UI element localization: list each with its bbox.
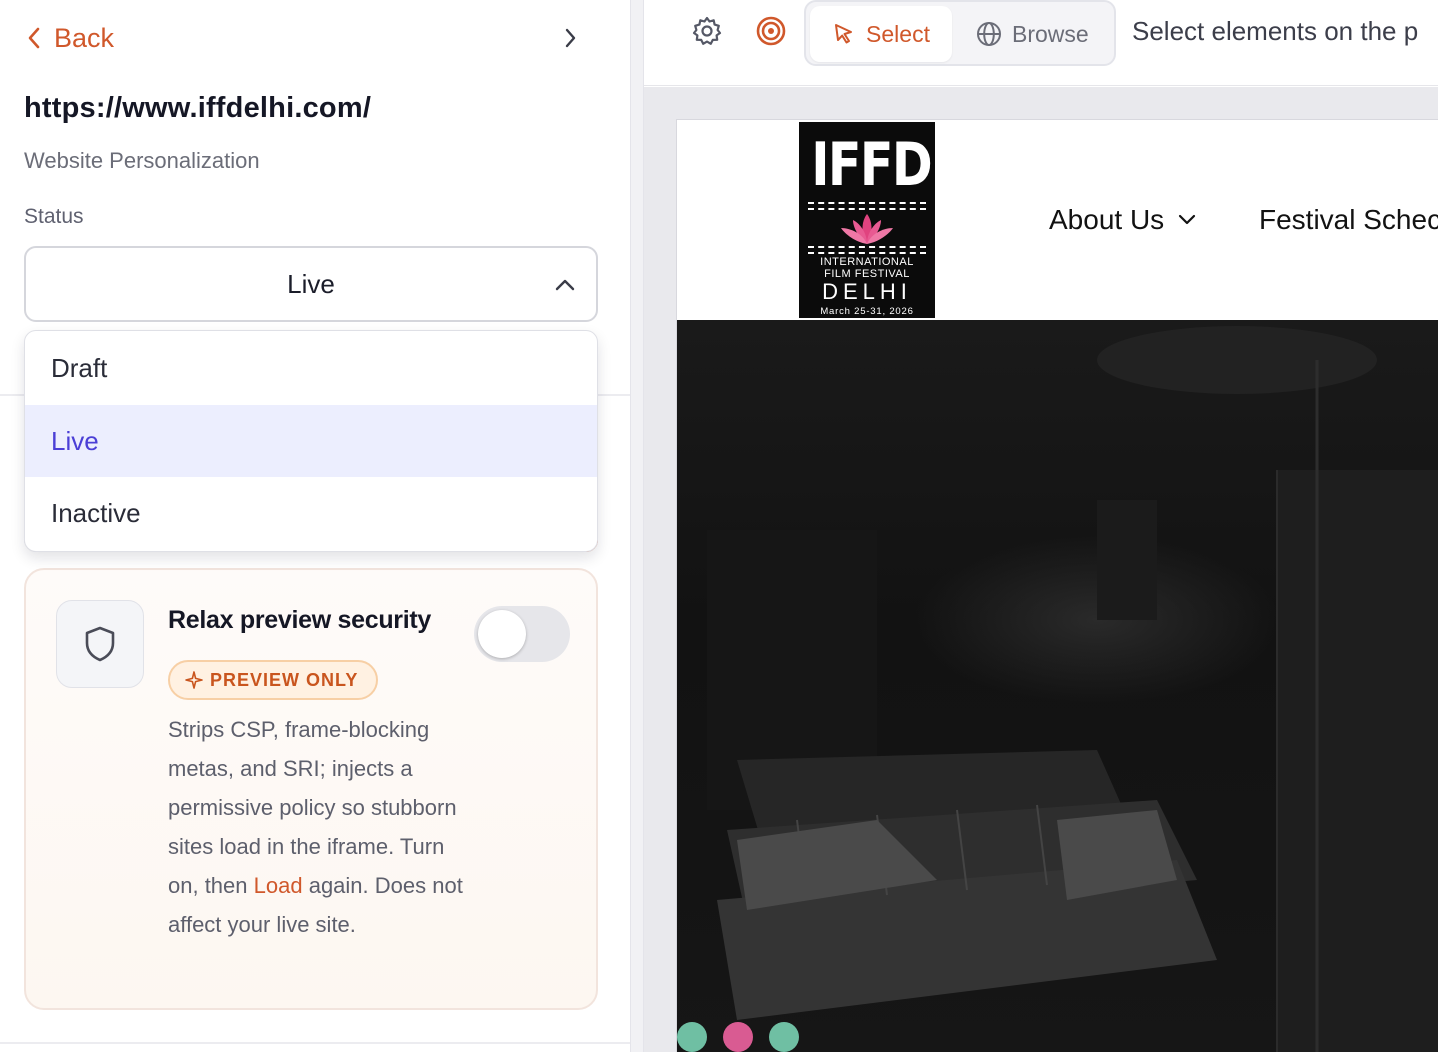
browse-mode-label: Browse [1012,20,1089,47]
site-header: IFFD INTERNATIONAL FILM FESTIVAL DELHI M… [677,120,1438,320]
badge-label: PREVIEW ONLY [210,669,359,690]
site-nav-festival-schedule[interactable]: Festival Schec [1259,204,1438,236]
chevron-right-icon [565,28,576,48]
back-button[interactable]: Back [26,20,114,56]
status-option-live[interactable]: Live [25,405,597,477]
editor-toolbar: Select Browse Select elements on the p [644,0,1438,86]
select-mode-label: Select [866,20,930,47]
carousel-dot-3[interactable] [769,1022,799,1052]
gear-icon [692,16,722,45]
target-button[interactable] [754,14,788,48]
page-url: https://www.iffdelhi.com/ [24,92,372,124]
site-nav-about[interactable]: About Us [1049,204,1196,236]
cursor-pointer-icon [835,24,853,44]
select-mode-button[interactable]: Select [810,6,952,62]
desc-text-1: Strips CSP, frame-blocking metas, and SR… [168,717,457,898]
status-select[interactable]: Live [24,246,598,322]
theater-scene [707,326,1438,1052]
settings-panel: Back https://www.iffdelhi.com/ Website P… [0,0,630,1052]
shield-icon-box [56,600,144,688]
logo-line-1: INTERNATIONAL [820,256,914,268]
film-strip [808,202,926,210]
panel-resize-handle[interactable] [630,0,644,1052]
back-label: Back [54,22,115,53]
status-label: Status [24,205,84,228]
toolbar-hint: Select elements on the p [1132,16,1419,46]
bottom-divider [0,1042,630,1044]
chevron-up-icon [555,279,575,291]
toggle-knob [478,610,526,658]
site-logo[interactable]: IFFD INTERNATIONAL FILM FESTIVAL DELHI M… [799,122,935,318]
load-link[interactable]: Load [254,873,303,898]
browse-mode-button[interactable]: Browse [976,6,1089,62]
carousel-dots [677,1022,799,1052]
logo-city: DELHI [822,279,912,304]
card-description: Strips CSP, frame-blocking metas, and SR… [168,710,468,944]
hero-image [677,320,1438,1052]
settings-button[interactable] [690,14,724,48]
sparkle-icon [185,671,203,689]
logo-letters: IFFD [811,130,932,200]
page-subtitle: Website Personalization [24,148,260,173]
site-nav-about-label: About Us [1049,204,1165,235]
shield-icon [85,626,115,662]
carousel-dot-1[interactable] [677,1022,707,1052]
card-title: Relax preview security [168,606,431,634]
logo-dates: March 25-31, 2026 [820,306,914,317]
globe-icon [977,22,1001,46]
film-strip-lower [808,246,926,254]
lotus-icon [841,214,893,244]
status-dropdown-menu: Draft Live Inactive [24,330,598,552]
site-preview-frame[interactable]: IFFD INTERNATIONAL FILM FESTIVAL DELHI M… [676,119,1438,1052]
target-icon [756,16,786,46]
relax-security-card: Relax preview security PREVIEW ONLY Stri… [24,568,598,1010]
preview-only-badge: PREVIEW ONLY [168,660,379,700]
carousel-dot-2[interactable] [723,1022,753,1052]
status-select-value: Live [287,268,335,299]
mode-switch: Select Browse [804,0,1116,66]
forward-button[interactable] [556,24,584,52]
status-option-draft[interactable]: Draft [25,331,597,405]
preview-canvas: IFFD INTERNATIONAL FILM FESTIVAL DELHI M… [644,87,1438,1052]
status-option-inactive[interactable]: Inactive [25,477,597,549]
chevron-left-icon [28,27,40,49]
relax-security-toggle[interactable] [474,606,570,662]
chevron-down-icon [1179,214,1196,225]
